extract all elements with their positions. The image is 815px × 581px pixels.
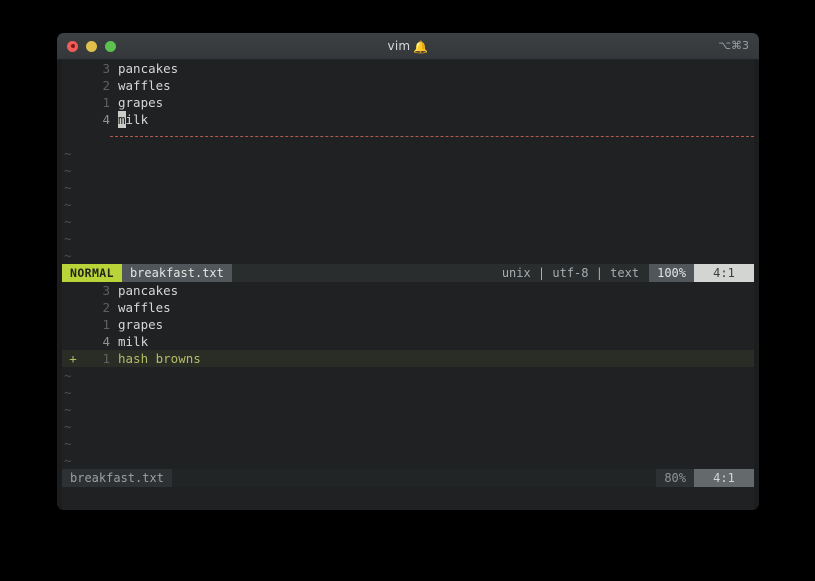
line-number: 3 (102, 61, 110, 76)
dashed-rule (110, 136, 754, 137)
empty-line-marker: ~ (62, 230, 754, 247)
line-text: ilk (125, 112, 149, 127)
git-added-sign-icon: + (69, 351, 77, 366)
line-number: 1 (102, 95, 110, 110)
window-shortcut-label: ⌥⌘3 (718, 39, 749, 52)
status-file-info: unix | utf-8 | text (501, 265, 640, 280)
empty-line-marker: ~ (62, 452, 754, 469)
vim-command-line[interactable] (62, 487, 754, 503)
empty-line-marker: ~ (62, 418, 754, 435)
tilde-glyph: ~ (64, 197, 72, 212)
status-cursor-position: 4:1 (694, 469, 754, 487)
editor-line[interactable]: 1 grapes (62, 94, 754, 111)
window-title-bar[interactable]: vim 🔔 ⌥⌘3 (57, 33, 759, 60)
text-cursor: m (118, 111, 126, 128)
statusline-active[interactable]: NORMAL breakfast.txt unix | utf-8 | text… (62, 264, 754, 282)
editor-line-added[interactable]: + 1 hash browns (62, 350, 754, 367)
empty-line-marker: ~ (62, 145, 754, 162)
editor-line[interactable]: 3 pancakes (62, 60, 754, 77)
empty-line-marker: ~ (62, 213, 754, 230)
status-filler (231, 264, 492, 282)
line-text: grapes (118, 317, 164, 332)
tilde-glyph: ~ (64, 214, 72, 229)
status-mode-badge: NORMAL (62, 264, 122, 282)
traffic-light-controls (57, 40, 116, 52)
vim-pane-bottom[interactable]: 3 pancakes 2 waffles 1 grapes 4 milk + 1… (62, 282, 754, 503)
status-filler (171, 469, 657, 487)
empty-line-marker: ~ (62, 179, 754, 196)
empty-line-marker: ~ (62, 435, 754, 452)
line-text: milk (118, 334, 149, 349)
tilde-glyph: ~ (64, 146, 72, 161)
status-filename: breakfast.txt (62, 469, 172, 487)
line-number: 1 (102, 351, 110, 366)
editor-line[interactable]: 2 waffles (62, 299, 754, 316)
terminal-body[interactable]: 3 pancakes 2 waffles 1 grapes 4 m ilk ~ … (57, 60, 759, 510)
window-title-text: vim (387, 38, 411, 53)
empty-line-marker: ~ (62, 247, 754, 264)
bell-icon: 🔔 (413, 39, 429, 54)
empty-line-marker: ~ (62, 196, 754, 213)
tilde-glyph: ~ (64, 419, 72, 434)
terminal-inner[interactable]: 3 pancakes 2 waffles 1 grapes 4 m ilk ~ … (62, 60, 754, 510)
line-number: 1 (102, 317, 110, 332)
empty-line-marker: ~ (62, 401, 754, 418)
line-number: 2 (102, 78, 110, 93)
status-scroll-percent: 80% (656, 469, 694, 487)
status-filename: breakfast.txt (121, 264, 232, 282)
line-number: 2 (102, 300, 110, 315)
editor-line-current[interactable]: 4 milk (62, 111, 754, 128)
line-text: waffles (118, 78, 171, 93)
tilde-glyph: ~ (64, 368, 72, 383)
statusline-inactive[interactable]: breakfast.txt 80% 4:1 (62, 469, 754, 487)
diff-separator-rule (62, 128, 754, 145)
empty-line-marker: ~ (62, 367, 754, 384)
tilde-glyph: ~ (64, 231, 72, 246)
editor-line[interactable]: 1 grapes (62, 316, 754, 333)
zoom-window-button[interactable] (105, 40, 116, 52)
tilde-glyph: ~ (64, 163, 72, 178)
status-cursor-position: 4:1 (694, 264, 754, 282)
tilde-glyph: ~ (64, 248, 72, 263)
tilde-glyph: ~ (64, 180, 72, 195)
terminal-window[interactable]: vim 🔔 ⌥⌘3 3 pancakes 2 waffles 1 grapes … (57, 33, 759, 510)
close-window-button[interactable] (67, 40, 78, 52)
line-number: 3 (102, 283, 110, 298)
line-number-current: 4 (102, 112, 110, 127)
line-text: pancakes (118, 61, 179, 76)
tilde-glyph: ~ (64, 385, 72, 400)
editor-line[interactable]: 3 pancakes (62, 282, 754, 299)
line-text: hash browns (118, 351, 201, 366)
editor-line-current[interactable]: 4 milk (62, 333, 754, 350)
status-scroll-percent: 100% (649, 264, 694, 282)
window-title: vim 🔔 (57, 33, 759, 60)
line-text: waffles (118, 300, 171, 315)
vim-pane-top[interactable]: 3 pancakes 2 waffles 1 grapes 4 m ilk ~ … (62, 60, 754, 282)
tilde-glyph: ~ (64, 453, 72, 468)
line-text: pancakes (118, 283, 179, 298)
empty-line-marker: ~ (62, 384, 754, 401)
line-text: grapes (118, 95, 164, 110)
minimize-window-button[interactable] (86, 40, 97, 52)
tilde-glyph: ~ (64, 436, 72, 451)
tilde-glyph: ~ (64, 402, 72, 417)
line-number-current: 4 (102, 334, 110, 349)
empty-line-marker: ~ (62, 162, 754, 179)
editor-line[interactable]: 2 waffles (62, 77, 754, 94)
